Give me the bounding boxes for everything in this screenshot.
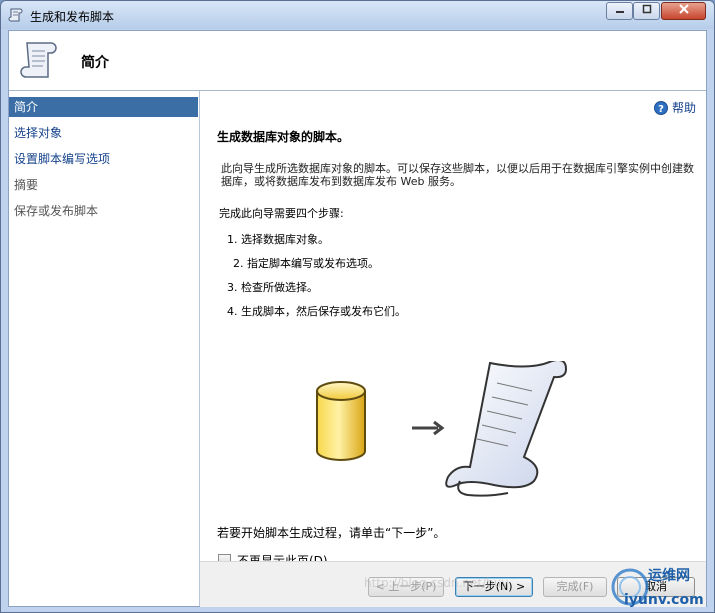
step-item: 4. 生成脚本，然后保存或发布它们。 [227,305,406,318]
intro-paragraph: 此向导生成所选数据库对象的脚本。可以保存这些脚本，以便以后用于在数据库引擎实例中… [221,162,694,188]
step-item: 3. 检查所做选择。 [227,281,318,294]
minimize-icon [615,11,624,13]
step-item: 1. 选择数据库对象。 [227,233,329,246]
page-title: 简介 [81,55,109,71]
watermark-logo: 运维网 iyunv.com [611,567,704,608]
maximize-icon [642,4,651,14]
nav-item-label: 简介 [14,100,39,114]
help-link[interactable]: ? 帮助 [653,99,696,116]
nav-item-summary: 摘要 [9,175,198,195]
nav-item-label: 保存或发布脚本 [14,204,99,218]
watermark-domain: iyunv.com [624,592,704,608]
nav-item-label: 设置脚本编写选项 [14,152,111,166]
minimize-button[interactable] [606,2,633,20]
nav-item-label: 选择对象 [14,126,63,140]
step-item: 2. 指定脚本编写或发布选项。 [233,257,379,270]
intro-heading: 生成数据库对象的脚本。 [217,130,350,144]
title-bar[interactable]: 生成和发布脚本 [1,1,714,29]
wizard-client: 简介 简介 选择对象 设置脚本编写选项 摘要 保存或发布脚本 ? 帮助 生成数据… [8,30,707,607]
database-to-script-illustration [316,361,568,497]
arrow-right-icon [412,420,445,436]
script-icon [8,8,23,22]
maximize-button[interactable] [633,2,660,20]
script-scroll-icon [20,42,57,78]
page-header: 简介 [9,31,706,91]
close-button[interactable] [661,2,706,20]
nav-item-script-options[interactable]: 设置脚本编写选项 [9,149,198,169]
database-icon [316,381,366,461]
wizard-window: 生成和发布脚本 简介 简介 选择对象 设置脚本编写选项 摘要 保存或发布脚本 ?… [0,0,715,613]
window-title: 生成和发布脚本 [30,10,115,24]
nav-item-label: 摘要 [14,178,39,192]
watermark-brand: 运维网 [648,567,690,584]
intro-content: ? 帮助 生成数据库对象的脚本。 此向导生成所选数据库对象的脚本。可以保存这些脚… [200,91,706,568]
script-scroll-icon [445,361,568,497]
help-icon: ? [653,101,668,115]
wizard-nav: 简介 选择对象 设置脚本编写选项 摘要 保存或发布脚本 [9,91,200,606]
nav-item-select-objects[interactable]: 选择对象 [9,123,198,143]
steps-intro: 完成此向导需要四个步骤: [219,207,344,220]
start-hint: 若要开始脚本生成过程，请单击“下一步”。 [217,526,446,540]
watermark-url: http://blog.csdn.net/huy [364,576,509,590]
svg-text:?: ? [658,104,664,115]
nav-item-save-publish: 保存或发布脚本 [9,201,198,221]
close-icon [678,4,689,14]
help-label: 帮助 [671,101,696,115]
finish-button[interactable]: 完成(F) [543,577,607,597]
nav-item-intro[interactable]: 简介 [9,97,198,117]
